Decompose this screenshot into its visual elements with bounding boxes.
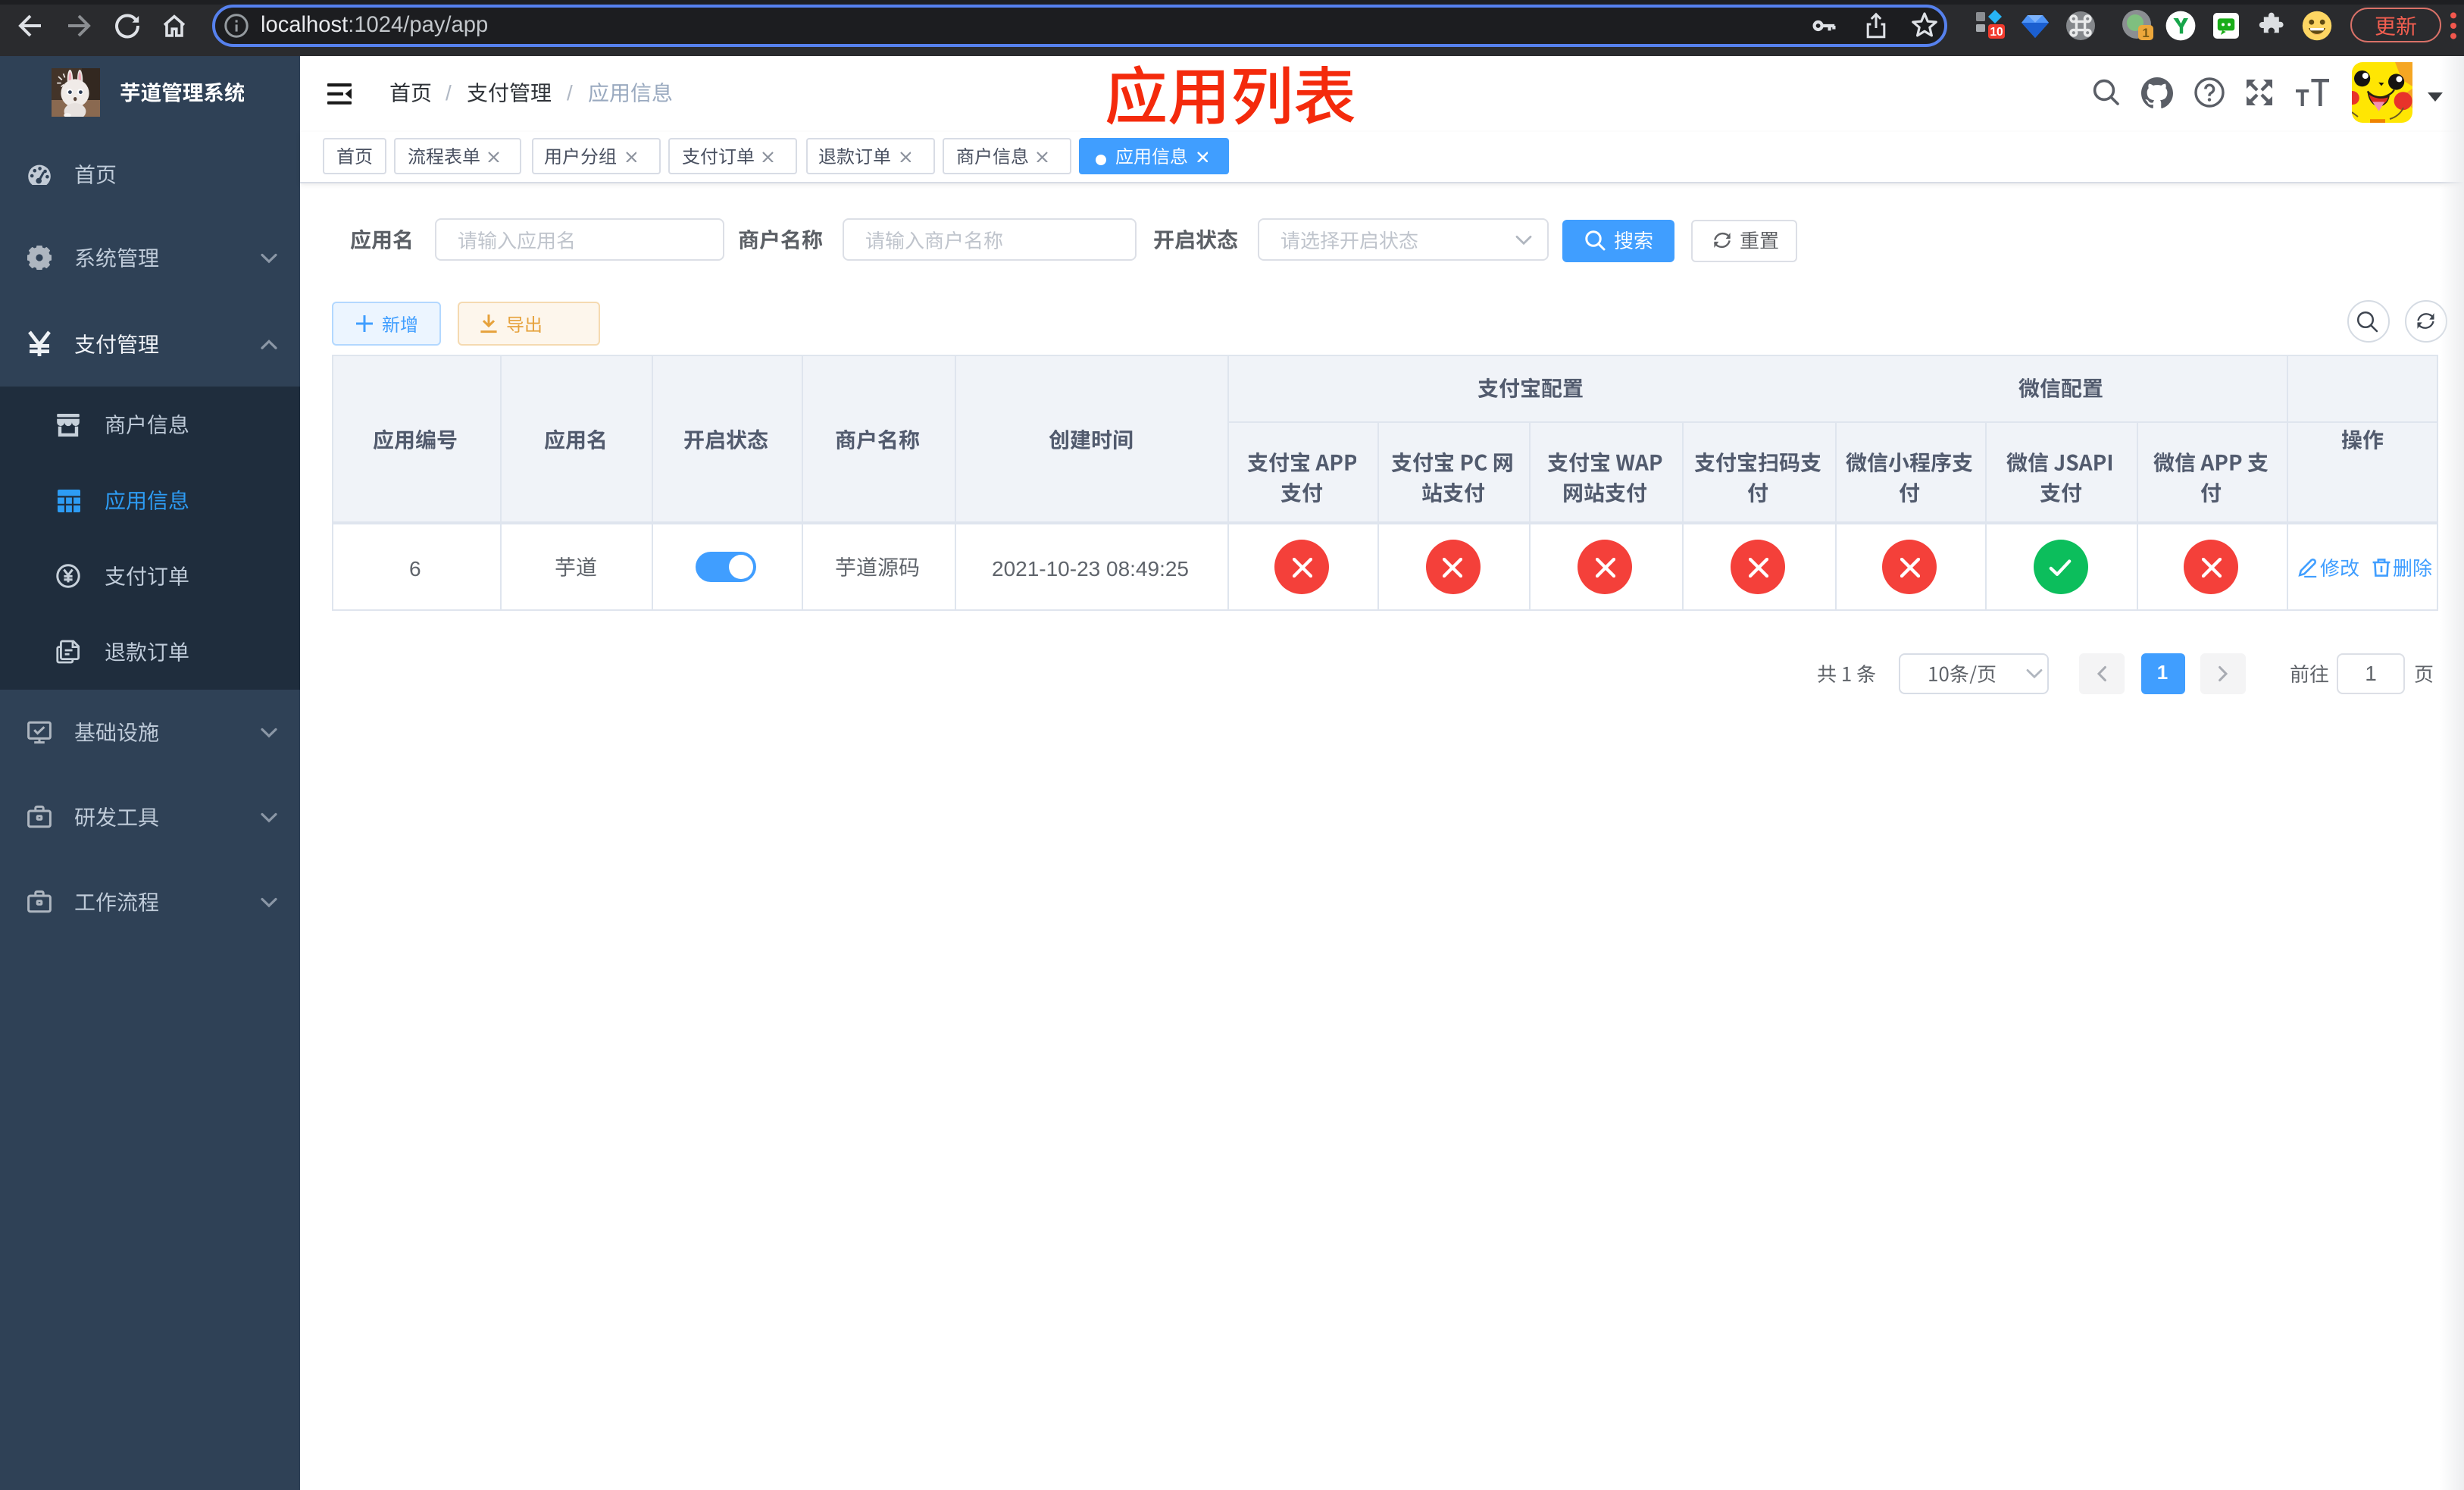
svg-text:1: 1 (2142, 26, 2149, 40)
svg-text:10: 10 (1990, 26, 2003, 39)
